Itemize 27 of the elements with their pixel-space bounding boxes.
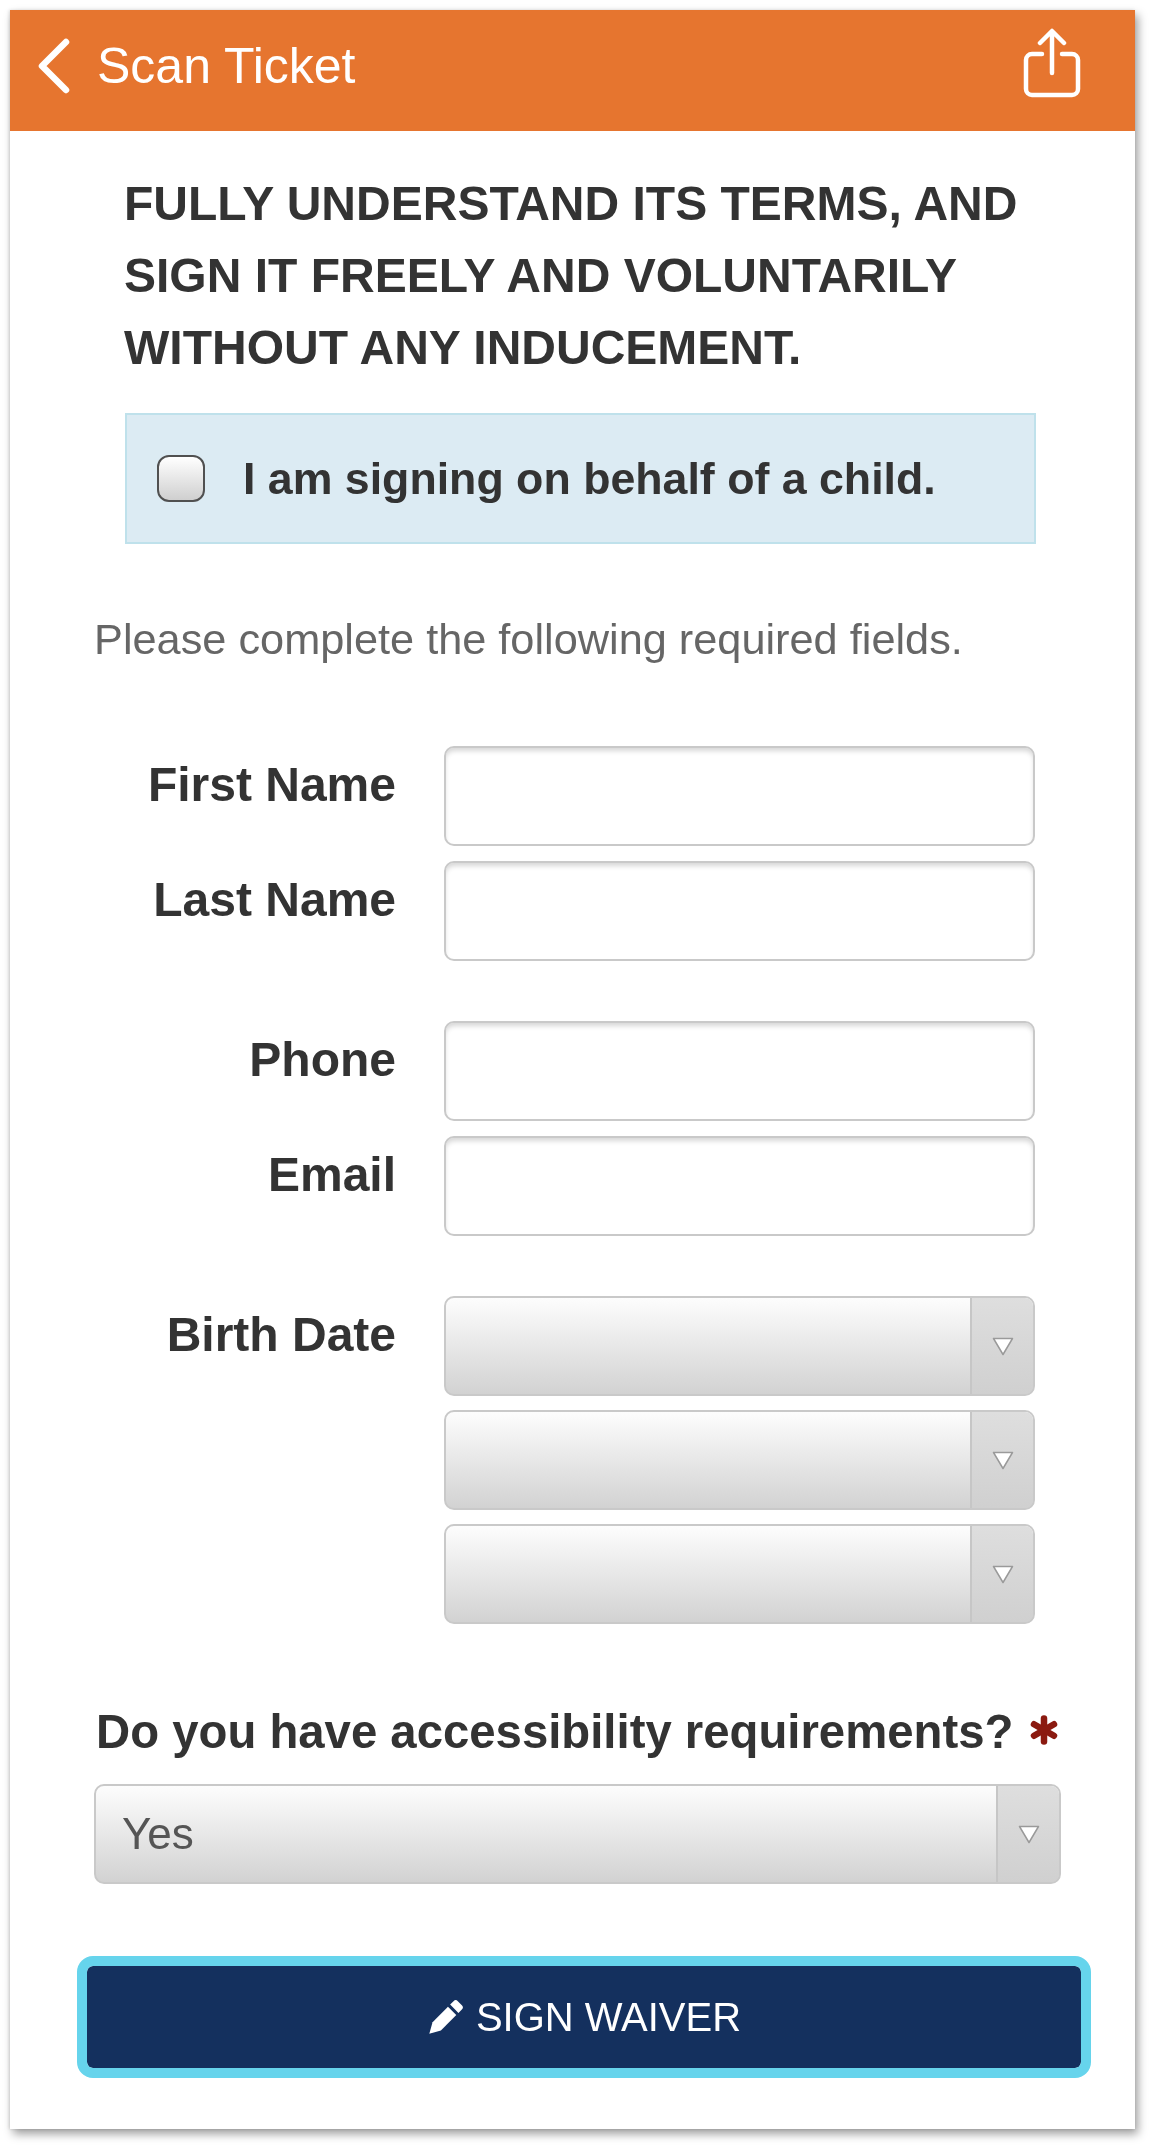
caret-down-icon [991, 1450, 1014, 1470]
agreement-text: FULLY UNDERSTAND ITS TERMS, AND SIGN IT FREELY AND VOLUNTARILY WITHOUT ANY INDUCEMENT. [124, 176, 1019, 376]
share-icon [1023, 27, 1081, 98]
select-dropdown[interactable] [444, 1296, 1035, 1396]
instructions-text: Please complete the following required fields. [94, 614, 963, 664]
field-label: Phone [248, 1032, 396, 1088]
share-button[interactable] [1023, 27, 1081, 98]
caret-down-icon [991, 1336, 1014, 1356]
select-dropdown[interactable]: Yes [94, 1784, 1061, 1884]
field-label: Email [266, 1147, 396, 1203]
input-field[interactable] [444, 1136, 1035, 1236]
question-label: Do you have accessibility requirements? [96, 1704, 1014, 1760]
select-dropdown[interactable] [444, 1410, 1035, 1510]
checkbox[interactable] [157, 455, 205, 502]
field-label: Birth Date [165, 1307, 396, 1363]
chevron-left-icon [37, 37, 71, 94]
select-dropdown[interactable] [444, 1524, 1035, 1624]
caret-down-icon [991, 1564, 1014, 1584]
field-label: Last Name [152, 872, 396, 928]
pencil-icon [426, 1998, 464, 2036]
caret-down-icon [1017, 1824, 1040, 1844]
input-field[interactable] [444, 861, 1035, 961]
field-label: First Name [146, 757, 396, 813]
input-field[interactable] [444, 1021, 1035, 1121]
checkbox-label[interactable]: I am signing on behalf of a child. [243, 451, 936, 506]
input-field[interactable] [444, 746, 1035, 846]
sign-waiver-button[interactable]: SIGN WAIVER [77, 1956, 1091, 2078]
